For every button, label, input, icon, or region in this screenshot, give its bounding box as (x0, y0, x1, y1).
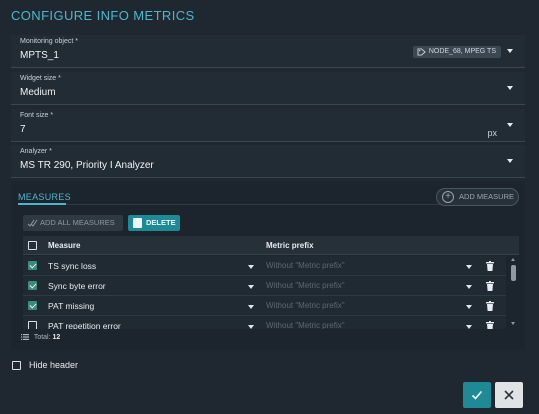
table-total: Total: 12 (21, 334, 60, 341)
metric-prefix-select[interactable]: Without "Metric prefix" (266, 281, 345, 290)
plus-icon: + (442, 191, 454, 203)
measures-panel: MEASURES + ADD MEASURE ADD ALL MEASURES … (11, 181, 525, 349)
trash-icon[interactable] (486, 321, 494, 329)
close-icon (504, 390, 514, 400)
metric-prefix-select[interactable]: Without "Metric prefix" (266, 321, 345, 329)
monitoring-object-label: Monitoring object * (20, 38, 78, 45)
row-checkbox[interactable] (28, 261, 37, 270)
chevron-down-icon[interactable] (248, 305, 254, 309)
add-all-measures-label: ADD ALL MEASURES (40, 218, 115, 227)
chevron-down-icon[interactable] (507, 49, 513, 53)
chevron-down-icon[interactable] (466, 305, 472, 309)
hide-header-label: Hide header (29, 360, 79, 370)
list-icon (21, 334, 29, 341)
add-measure-label: ADD MEASURE (459, 192, 515, 201)
total-label: Total: (33, 334, 51, 341)
monitoring-object-select[interactable]: Monitoring object * MPTS_1 NODE_68, MPEG… (11, 35, 525, 68)
chevron-down-icon[interactable] (466, 265, 472, 269)
trash-icon[interactable] (486, 281, 494, 291)
analyzer-label: Analyzer * (20, 148, 52, 155)
widget-size-label: Widget size * (20, 75, 61, 82)
analyzer-value: MS TR 290, Priority I Analyzer (20, 160, 154, 171)
trash-icon[interactable] (486, 301, 494, 311)
metric-prefix-select[interactable]: Without "Metric prefix" (266, 301, 345, 310)
tag-icon (417, 48, 426, 56)
table-row[interactable]: PAT missing Without "Metric prefix" (23, 296, 506, 316)
scroll-down-arrow[interactable] (511, 322, 515, 325)
trash-icon (133, 218, 142, 228)
add-all-measures-button[interactable]: ADD ALL MEASURES (23, 215, 123, 231)
chevron-down-icon[interactable] (248, 265, 254, 269)
measure-name: PAT missing (48, 301, 95, 311)
chevron-down-icon[interactable] (248, 285, 254, 289)
table-row[interactable]: Sync byte error Without "Metric prefix" (23, 276, 506, 296)
scrollbar-thumb[interactable] (511, 265, 516, 281)
table-row[interactable]: PAT repetition error Without "Metric pre… (23, 316, 506, 329)
table-header: Measure Metric prefix (23, 236, 519, 255)
measure-name: Sync byte error (48, 281, 106, 291)
measures-tab[interactable]: MEASURES (18, 192, 71, 202)
total-count: 12 (52, 334, 61, 341)
analyzer-select[interactable]: Analyzer * MS TR 290, Priority I Analyze… (11, 145, 525, 178)
chevron-down-icon[interactable] (466, 285, 472, 289)
chevron-down-icon[interactable] (466, 325, 472, 329)
confirm-button[interactable] (463, 382, 491, 408)
monitoring-object-value: MPTS_1 (20, 50, 59, 61)
chevron-down-icon[interactable] (248, 325, 254, 329)
dialog-title: CONFIGURE INFO METRICS (11, 8, 195, 23)
font-size-field[interactable]: Font size * 7 px (11, 109, 525, 142)
delete-label: DELETE (146, 218, 176, 227)
node-tag-text: NODE_68, MPEG TS (428, 48, 496, 55)
cancel-button[interactable] (495, 382, 523, 408)
metric-prefix-select[interactable]: Without "Metric prefix" (266, 261, 345, 270)
delete-button[interactable]: DELETE (128, 215, 180, 231)
column-metric-prefix: Metric prefix (266, 241, 314, 250)
configure-info-metrics-dialog: CONFIGURE INFO METRICS Monitoring object… (0, 0, 539, 414)
table-row[interactable]: TS sync loss Without "Metric prefix" (23, 256, 506, 276)
row-checkbox[interactable] (28, 321, 37, 329)
measures-table: Measure Metric prefix TS sync loss Witho… (23, 236, 519, 329)
select-all-checkbox[interactable] (28, 241, 37, 250)
measure-name: PAT repetition error (48, 321, 121, 329)
measures-divider (18, 204, 508, 205)
font-size-value[interactable]: 7 (20, 124, 26, 135)
double-check-icon (27, 219, 38, 227)
trash-icon[interactable] (486, 261, 494, 271)
column-measure: Measure (48, 241, 81, 250)
node-tag: NODE_68, MPEG TS (412, 46, 501, 58)
scroll-up-arrow[interactable] (511, 258, 515, 261)
check-icon (471, 390, 483, 400)
hide-header-checkbox[interactable] (12, 361, 21, 370)
add-measure-button[interactable]: + ADD MEASURE (436, 188, 519, 206)
measure-name: TS sync loss (48, 261, 97, 271)
chevron-down-icon[interactable] (507, 123, 513, 127)
widget-size-value: Medium (20, 87, 56, 98)
measures-tab-indicator (18, 203, 66, 205)
widget-size-select[interactable]: Widget size * Medium (11, 72, 525, 105)
chevron-down-icon[interactable] (507, 159, 513, 163)
font-size-unit: px (487, 128, 497, 138)
row-checkbox[interactable] (28, 301, 37, 310)
chevron-down-icon[interactable] (507, 86, 513, 90)
font-size-label: Font size * (20, 112, 54, 119)
row-checkbox[interactable] (28, 281, 37, 290)
